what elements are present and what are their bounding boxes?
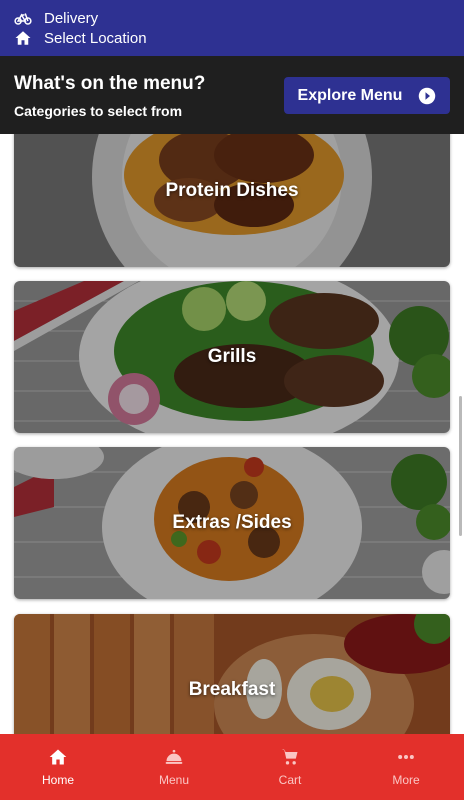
menu-header: What's on the menu? Categories to select… [0, 56, 464, 134]
nav-more-label: More [392, 773, 420, 787]
category-label: Protein Dishes [165, 180, 299, 201]
explore-menu-label: Explore Menu [297, 86, 403, 104]
category-card-grills[interactable]: Grills [14, 281, 450, 433]
nav-home[interactable]: Home [0, 734, 116, 800]
cloche-icon [164, 747, 184, 767]
category-label: Grills [207, 346, 257, 367]
menu-subtitle: Categories to select from [14, 103, 183, 119]
bottom-navigation: Home Menu Cart More [0, 734, 464, 800]
nav-menu[interactable]: Menu [116, 734, 232, 800]
menu-title: What's on the menu? [14, 73, 206, 94]
cart-icon [280, 747, 300, 767]
category-card-extras-sides[interactable]: Extras /Sides [14, 447, 450, 599]
location-row[interactable]: Select Location [14, 28, 147, 48]
category-list[interactable]: Protein Dishes Grills Extras /Sides Brea… [0, 134, 464, 734]
category-label: Extras /Sides [172, 512, 292, 533]
location-label: Select Location [44, 29, 147, 47]
bicycle-icon [14, 9, 32, 27]
nav-cart-label: Cart [278, 773, 302, 787]
category-card-protein-dishes[interactable]: Protein Dishes [14, 134, 450, 267]
delivery-label: Delivery [44, 9, 99, 27]
home-icon [48, 747, 68, 767]
play-circle-icon [418, 87, 436, 105]
home-icon [14, 29, 32, 47]
explore-menu-button[interactable]: Explore Menu [284, 77, 450, 114]
delivery-row[interactable]: Delivery [14, 8, 98, 28]
nav-menu-label: Menu [158, 773, 190, 787]
category-label: Breakfast [188, 679, 276, 700]
category-card-breakfast[interactable]: Breakfast [14, 614, 450, 734]
nav-more[interactable]: More [348, 734, 464, 800]
more-icon [396, 747, 416, 767]
top-bar: Delivery Select Location [0, 0, 464, 56]
scrollbar[interactable] [459, 396, 462, 536]
nav-cart[interactable]: Cart [232, 734, 348, 800]
nav-home-label: Home [41, 773, 74, 787]
